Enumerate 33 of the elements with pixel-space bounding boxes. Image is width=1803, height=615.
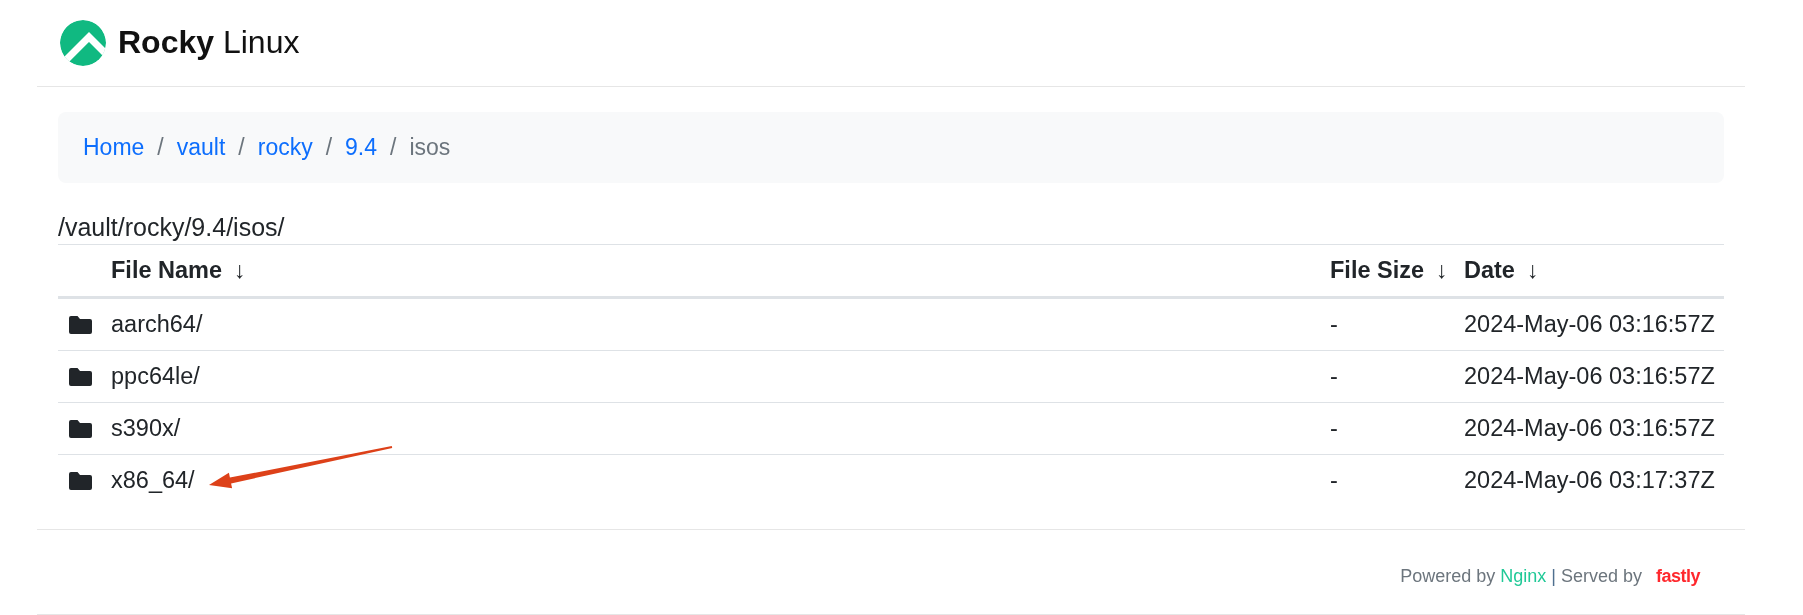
folder-icon — [69, 367, 92, 386]
breadcrumb-current: isos — [409, 133, 451, 163]
folder-link[interactable]: ppc64le/ — [111, 363, 200, 389]
breadcrumb-link[interactable]: Home — [83, 130, 145, 165]
footer-credit: Powered by Nginx | Served by — [1400, 564, 1642, 588]
date-cell: 2024-May-06 03:16:57Z — [1456, 297, 1724, 351]
folder-link[interactable]: s390x/ — [111, 415, 181, 441]
folder-link[interactable]: x86_64/ — [111, 467, 195, 493]
column-header[interactable]: File Size ↓ — [1322, 244, 1456, 298]
size-cell: - — [1322, 402, 1456, 455]
size-cell: - — [1322, 454, 1456, 506]
size-cell: - — [1322, 350, 1456, 403]
breadcrumb-separator: / — [238, 133, 245, 163]
breadcrumb-separator: / — [325, 133, 333, 163]
size-cell: - — [1322, 297, 1456, 351]
folder-icon — [69, 419, 92, 438]
date-cell: 2024-May-06 03:17:37Z — [1456, 454, 1724, 506]
breadcrumb-link[interactable]: 9.4 — [345, 130, 378, 165]
breadcrumb-separator: / — [390, 133, 397, 163]
breadcrumb-separator: / — [157, 133, 164, 163]
folder-icon — [69, 471, 92, 490]
logo-icon[interactable] — [60, 20, 106, 66]
date-cell: 2024-May-06 03:16:57Z — [1456, 402, 1724, 455]
fastly-logo[interactable]: fastly — [1655, 562, 1700, 590]
folder-icon — [69, 315, 92, 334]
column-header[interactable]: File Name ↓ — [103, 244, 1322, 298]
breadcrumb-link[interactable]: rocky — [257, 130, 313, 165]
date-cell: 2024-May-06 03:16:57Z — [1456, 350, 1724, 403]
brand-name[interactable]: Rocky Linux — [118, 25, 300, 61]
folder-link[interactable]: aarch64/ — [111, 311, 203, 337]
breadcrumb-link[interactable]: vault — [176, 130, 226, 165]
directory-path: /vault/rocky/9.4/isos/ — [58, 212, 286, 243]
column-header[interactable]: Date ↓ — [1456, 244, 1724, 298]
